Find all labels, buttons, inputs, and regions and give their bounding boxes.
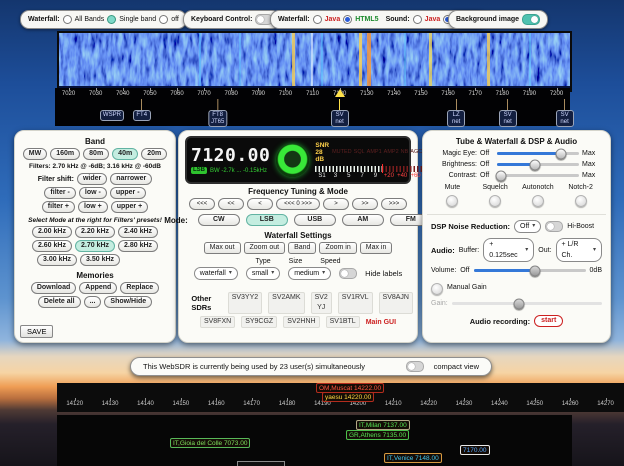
frequency-label[interactable]: IT,Milan 7137.00 xyxy=(356,420,410,430)
websdr-app: Waterfall: All Bands Single band off Key… xyxy=(0,0,624,466)
frequency-label[interactable]: IT,Gioia del Colle 7073.00 xyxy=(170,438,250,448)
frequency-labels-overlay: OM,Muscat 14222.00yaesu 14220.00IT,Milan… xyxy=(0,0,624,466)
frequency-label[interactable]: yaesu 14220.00 xyxy=(322,392,374,402)
frequency-label[interactable]: 7170.00 xyxy=(460,445,490,455)
frequency-label[interactable]: IT,Venice 7148.00 xyxy=(384,453,442,463)
frequency-label[interactable]: GR,Athens 7135.00 xyxy=(346,430,409,440)
